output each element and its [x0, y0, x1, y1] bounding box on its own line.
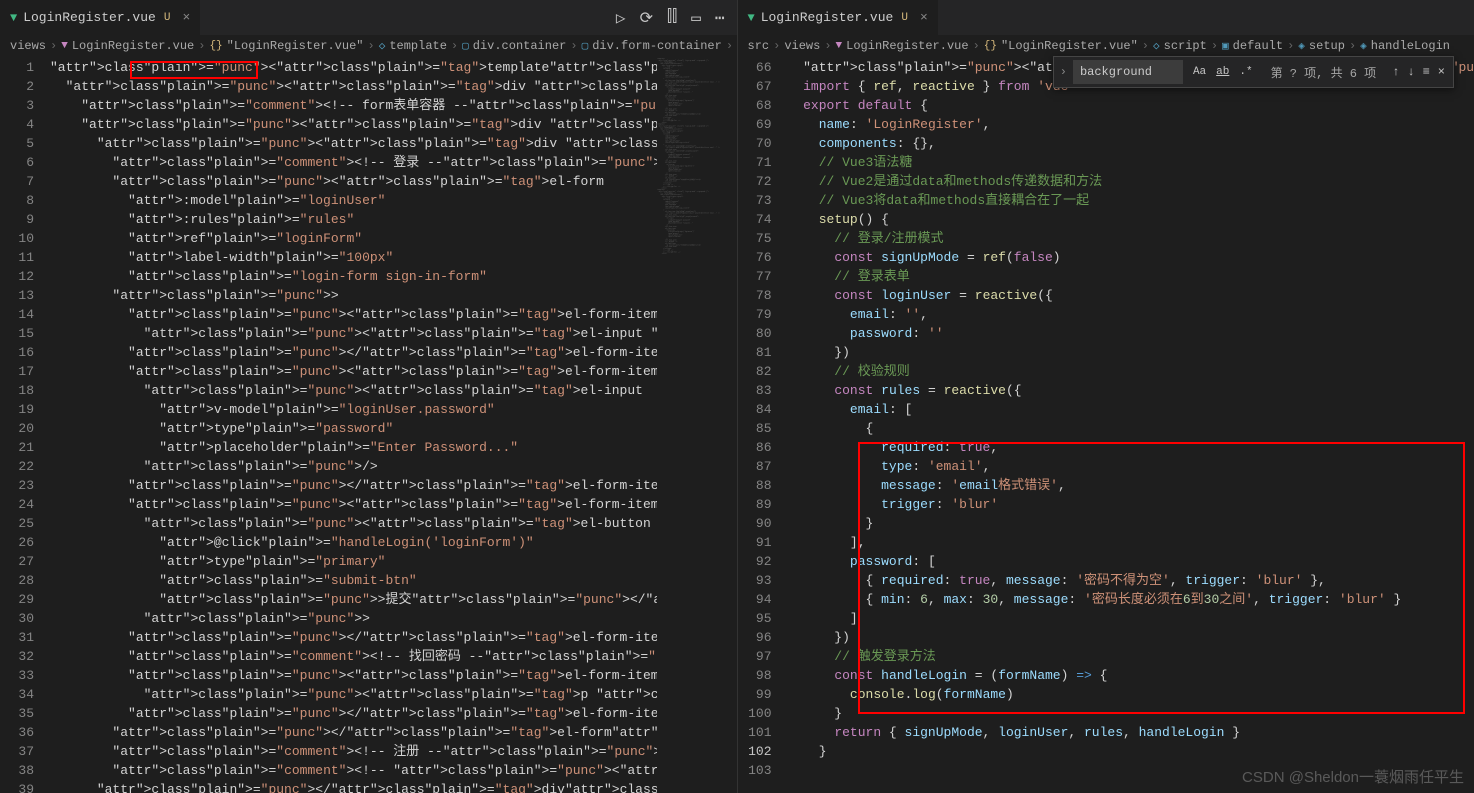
split-icon[interactable]: ⫿⫿	[667, 8, 677, 28]
braces-icon: {}	[984, 40, 997, 52]
method-icon: ◈	[1298, 39, 1305, 53]
tab-bar-right: ▼ LoginRegister.vue U ×	[738, 0, 1474, 35]
line-numbers: 1234567891011121314151617181920212223242…	[0, 58, 50, 793]
close-icon[interactable]: ×	[920, 10, 928, 25]
breadcrumb-right[interactable]: src› views› ▼LoginRegister.vue› {}"Login…	[738, 35, 1474, 58]
braces-icon: {}	[209, 40, 222, 52]
tab-status: U	[901, 12, 908, 24]
script-icon: ◇	[1153, 39, 1160, 53]
code-area-left[interactable]: "attr">class"plain">="punc"><"attr">clas…	[50, 58, 657, 793]
find-selection-icon[interactable]: ≡	[1421, 63, 1432, 81]
template-icon: ◇	[379, 39, 386, 53]
vue-icon: ▼	[10, 11, 17, 25]
diff-icon[interactable]: ▭	[691, 8, 701, 28]
find-close-icon[interactable]: ×	[1436, 63, 1447, 81]
more-icon[interactable]: ⋯	[715, 8, 725, 28]
regex-icon[interactable]: .*	[1235, 64, 1256, 80]
watermark: CSDN @Sheldon一蓑烟雨任平生	[1242, 766, 1464, 787]
vue-icon: ▼	[836, 40, 843, 52]
find-next-icon[interactable]: ↓	[1405, 63, 1416, 81]
tab-left[interactable]: ▼ LoginRegister.vue U ×	[0, 0, 201, 35]
tab-filename: LoginRegister.vue	[761, 10, 894, 25]
vue-icon: ▼	[748, 11, 755, 25]
line-numbers: 6667686970717273747576777879808182838485…	[738, 58, 788, 793]
run-icon[interactable]: ▷	[616, 8, 626, 28]
close-icon[interactable]: ×	[182, 10, 190, 25]
editor-actions-left: ▷ ⟳ ⫿⫿ ▭ ⋯	[616, 8, 737, 28]
refresh-icon[interactable]: ⟳	[640, 8, 653, 28]
match-case-icon[interactable]: Aa	[1189, 64, 1210, 80]
minimap-left[interactable]: <template> <div class="container" :class…	[657, 58, 737, 793]
code-area-right[interactable]: "attr">class"plain">="punc"><"attr">clas…	[788, 58, 1474, 793]
tab-filename: LoginRegister.vue	[23, 10, 156, 25]
element-icon: ▢	[462, 39, 469, 53]
element-icon: ▢	[582, 39, 589, 53]
tab-status: U	[164, 12, 171, 24]
default-icon: ▣	[1222, 39, 1229, 53]
editor-pane-left: ▼ LoginRegister.vue U × ▷ ⟳ ⫿⫿ ▭ ⋯ views…	[0, 0, 738, 793]
editor-right[interactable]: 6667686970717273747576777879808182838485…	[738, 58, 1474, 793]
method-icon: ◈	[1360, 39, 1367, 53]
vue-icon: ▼	[61, 40, 68, 52]
find-widget: › Aa ab .* 第 ? 项, 共 6 项 ↑ ↓ ≡ ×	[1053, 56, 1454, 88]
find-input[interactable]	[1073, 60, 1183, 84]
match-word-icon[interactable]: ab	[1212, 64, 1233, 80]
editor-left[interactable]: 1234567891011121314151617181920212223242…	[0, 58, 737, 793]
find-status: 第 ? 项, 共 6 项	[1263, 64, 1385, 81]
tab-right[interactable]: ▼ LoginRegister.vue U ×	[738, 0, 939, 35]
tab-bar-left: ▼ LoginRegister.vue U × ▷ ⟳ ⫿⫿ ▭ ⋯	[0, 0, 737, 35]
editor-pane-right: ▼ LoginRegister.vue U × src› views› ▼Log…	[738, 0, 1474, 793]
breadcrumb-left[interactable]: views› ▼LoginRegister.vue› {}"LoginRegis…	[0, 35, 737, 58]
find-prev-icon[interactable]: ↑	[1390, 63, 1401, 81]
find-toggle-icon[interactable]: ›	[1054, 65, 1073, 79]
